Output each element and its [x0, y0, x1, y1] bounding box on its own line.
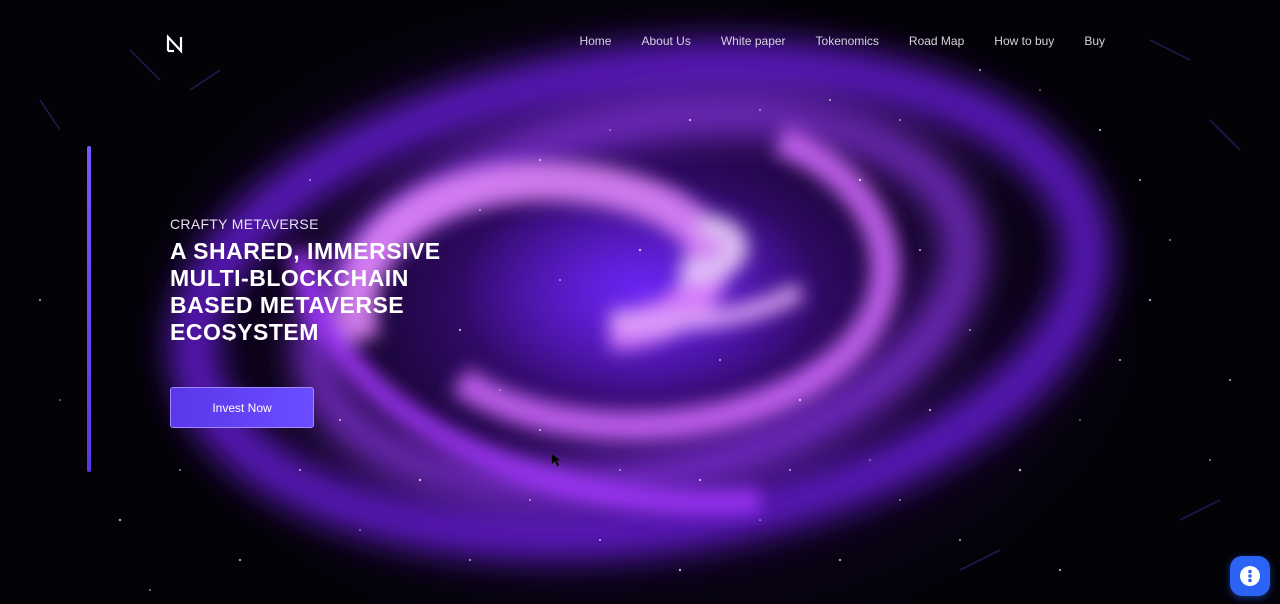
nav-home[interactable]: Home [579, 34, 611, 48]
hero-headline-line: BASED METAVERSE [170, 292, 405, 318]
invest-now-button[interactable]: Invest Now [170, 387, 314, 428]
brand-logo-icon[interactable] [165, 34, 185, 54]
hero-page: Home About Us White paper Tokenomics Roa… [0, 0, 1280, 604]
hero-headline-line: ECOSYSTEM [170, 319, 319, 345]
chat-widget-icon [1240, 566, 1260, 586]
nav-how-to-buy[interactable]: How to buy [994, 34, 1054, 48]
nav-road-map[interactable]: Road Map [909, 34, 964, 48]
hero-headline-line: A SHARED, IMMERSIVE [170, 238, 441, 264]
nav-tokenomics[interactable]: Tokenomics [816, 34, 879, 48]
top-navigation: Home About Us White paper Tokenomics Roa… [0, 0, 1280, 84]
hero-eyebrow: CRAFTY METAVERSE [170, 216, 319, 232]
mouse-cursor-icon [551, 453, 561, 472]
nav-buy[interactable]: Buy [1084, 34, 1105, 48]
hero-accent-bar [87, 146, 91, 472]
hero-headline: A SHARED, IMMERSIVE MULTI-BLOCKCHAIN BAS… [170, 238, 530, 346]
nav-menu: Home About Us White paper Tokenomics Roa… [579, 34, 1105, 48]
nav-about-us[interactable]: About Us [641, 34, 690, 48]
nav-white-paper[interactable]: White paper [721, 34, 786, 48]
hero-text: CRAFTY METAVERSE A SHARED, IMMERSIVE MUL… [170, 216, 530, 346]
hero-headline-line: MULTI-BLOCKCHAIN [170, 265, 409, 291]
chat-widget-button[interactable] [1230, 556, 1270, 596]
